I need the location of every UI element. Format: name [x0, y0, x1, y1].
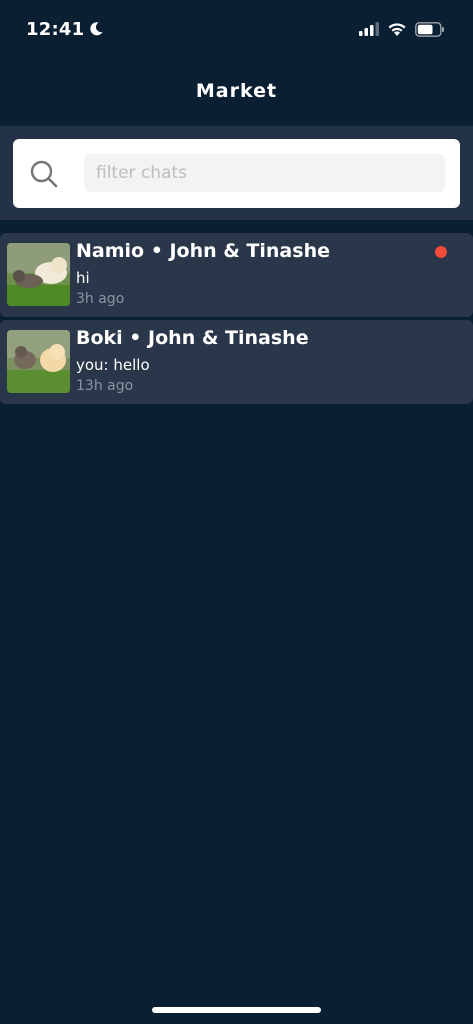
nav-bar: Market	[0, 58, 473, 124]
status-time-text: 12:41	[26, 18, 85, 40]
unread-badge	[435, 246, 447, 258]
chat-time: 13h ago	[76, 378, 134, 394]
search-input[interactable]	[84, 154, 445, 192]
wifi-icon	[388, 22, 406, 36]
chat-thumbnail	[7, 330, 70, 393]
chat-title: Boki • John & Tinashe	[76, 327, 309, 349]
chat-list: Namio • John & Tinashe hi 3h ago Boki • …	[0, 233, 473, 407]
page-title: Market	[195, 80, 278, 102]
chat-thumbnail	[7, 243, 70, 306]
chat-preview: you: hello	[76, 356, 150, 374]
status-indicators	[359, 21, 445, 37]
search-band	[0, 126, 473, 220]
battery-fill	[417, 24, 433, 34]
status-time: 12:41	[26, 19, 104, 40]
chat-title: Namio • John & Tinashe	[76, 240, 330, 262]
chat-time: 3h ago	[76, 291, 125, 307]
chat-row[interactable]: Namio • John & Tinashe hi 3h ago	[0, 233, 473, 317]
home-indicator[interactable]	[152, 1007, 321, 1013]
chat-row[interactable]: Boki • John & Tinashe you: hello 13h ago	[0, 320, 473, 404]
battery-icon	[415, 21, 444, 37]
chat-preview: hi	[76, 269, 90, 287]
search-card	[13, 139, 460, 208]
status-bar: 12:41	[0, 0, 473, 58]
moon-icon	[90, 22, 103, 36]
search-icon[interactable]	[29, 159, 59, 189]
cellular-signal-icon	[359, 22, 379, 36]
